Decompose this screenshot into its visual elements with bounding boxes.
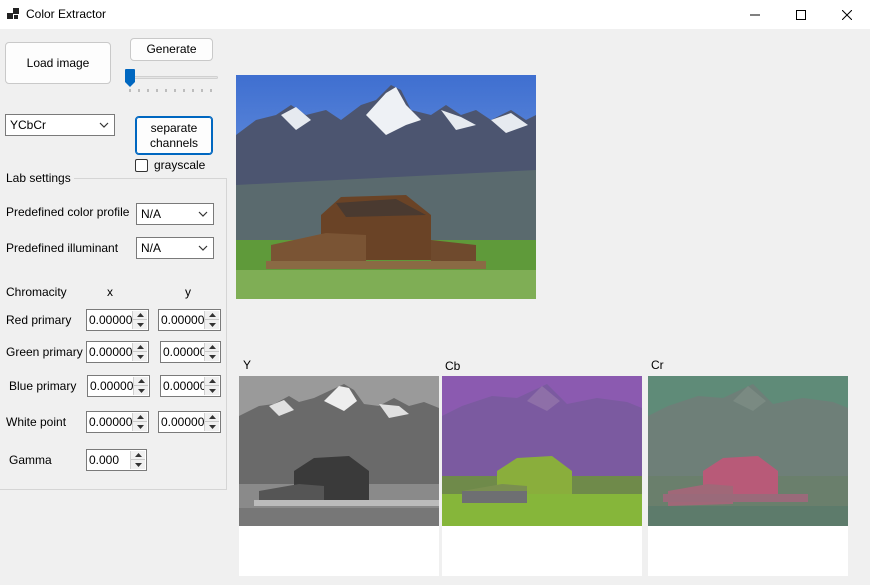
title-bar: Color Extractor — [0, 0, 870, 29]
green-primary-x-input[interactable]: 0.00000 — [86, 341, 149, 363]
gamma-input[interactable]: 0.000 — [86, 449, 147, 471]
channel-cr-label: Cr — [651, 358, 664, 372]
illuminant-select[interactable]: N/A — [136, 237, 214, 259]
color-profile-label: Predefined color profile — [6, 205, 130, 219]
lab-settings-title: Lab settings — [6, 171, 71, 185]
color-profile-select[interactable]: N/A — [136, 203, 214, 225]
red-primary-label: Red primary — [6, 313, 72, 327]
maximize-button[interactable] — [778, 0, 824, 29]
spin-down-icon[interactable] — [205, 352, 219, 361]
spin-up-icon[interactable] — [134, 377, 148, 386]
spin-up-icon[interactable] — [205, 377, 219, 386]
channel-y-label: Y — [243, 358, 252, 372]
spin-up-icon[interactable] — [133, 343, 147, 352]
window-title: Color Extractor — [26, 7, 107, 21]
blue-primary-x-input[interactable]: 0.00000 — [87, 375, 150, 397]
spin-down-icon[interactable] — [133, 320, 147, 329]
load-image-button[interactable]: Load image — [5, 42, 111, 84]
close-button[interactable] — [824, 0, 870, 29]
spin-down-icon[interactable] — [133, 352, 147, 361]
spin-down-icon[interactable] — [133, 422, 147, 431]
close-icon — [842, 9, 852, 20]
spin-up-icon[interactable] — [205, 413, 219, 422]
slider[interactable] — [123, 68, 220, 94]
spin-up-icon[interactable] — [133, 413, 147, 422]
colorspace-select[interactable]: YCbCr — [5, 114, 115, 136]
channel-cr-panel — [648, 376, 848, 576]
group-border-top — [74, 178, 226, 179]
grayscale-checkbox[interactable] — [135, 159, 148, 172]
channel-cr-image — [648, 376, 848, 526]
green-primary-y-input[interactable]: 0.00000 — [160, 341, 221, 363]
y-header: y — [185, 285, 191, 299]
white-point-x-input[interactable]: 0.00000 — [86, 411, 149, 433]
chevron-down-icon — [198, 245, 208, 251]
blue-primary-label: Blue primary — [9, 379, 77, 393]
minimize-icon — [750, 14, 760, 15]
slider-ticks — [129, 89, 212, 92]
spin-down-icon[interactable] — [131, 460, 145, 469]
blue-primary-y-input[interactable]: 0.00000 — [160, 375, 221, 397]
spin-down-icon[interactable] — [205, 386, 219, 395]
slider-thumb[interactable] — [124, 68, 136, 88]
chromacity-label: Chromacity — [6, 285, 67, 299]
channel-cb-panel — [442, 376, 642, 576]
channel-y-panel — [239, 376, 439, 576]
illuminant-value: N/A — [141, 241, 162, 255]
white-point-label: White point — [6, 415, 67, 429]
spin-up-icon[interactable] — [131, 451, 145, 460]
spin-up-icon[interactable] — [205, 311, 219, 320]
grayscale-label: grayscale — [154, 158, 206, 172]
channel-cb-image — [442, 376, 642, 526]
group-border-bottom — [0, 489, 227, 490]
chevron-down-icon — [198, 211, 208, 217]
channel-cb-label: Cb — [445, 359, 461, 373]
spin-up-icon[interactable] — [205, 343, 219, 352]
spin-down-icon[interactable] — [134, 386, 148, 395]
separate-channels-button[interactable]: separate channels — [135, 116, 213, 155]
channel-y-image — [239, 376, 439, 526]
spin-down-icon[interactable] — [205, 422, 219, 431]
illuminant-label: Predefined illuminant — [6, 241, 119, 255]
slider-track — [125, 76, 218, 79]
x-header: x — [107, 285, 113, 299]
generate-button[interactable]: Generate — [130, 38, 213, 61]
spin-up-icon[interactable] — [133, 311, 147, 320]
app-icon — [7, 8, 19, 19]
group-border-right — [226, 178, 227, 489]
gamma-label: Gamma — [9, 453, 52, 467]
spin-down-icon[interactable] — [205, 320, 219, 329]
color-profile-value: N/A — [141, 207, 162, 221]
green-primary-label: Green primary — [6, 345, 83, 359]
red-primary-x-input[interactable]: 0.00000 — [86, 309, 149, 331]
source-image — [236, 75, 536, 299]
minimize-button[interactable] — [732, 0, 778, 29]
colorspace-select-value: YCbCr — [10, 118, 47, 132]
chevron-down-icon — [99, 122, 109, 128]
red-primary-y-input[interactable]: 0.00000 — [158, 309, 221, 331]
maximize-icon — [796, 9, 806, 20]
white-point-y-input[interactable]: 0.00000 — [158, 411, 221, 433]
